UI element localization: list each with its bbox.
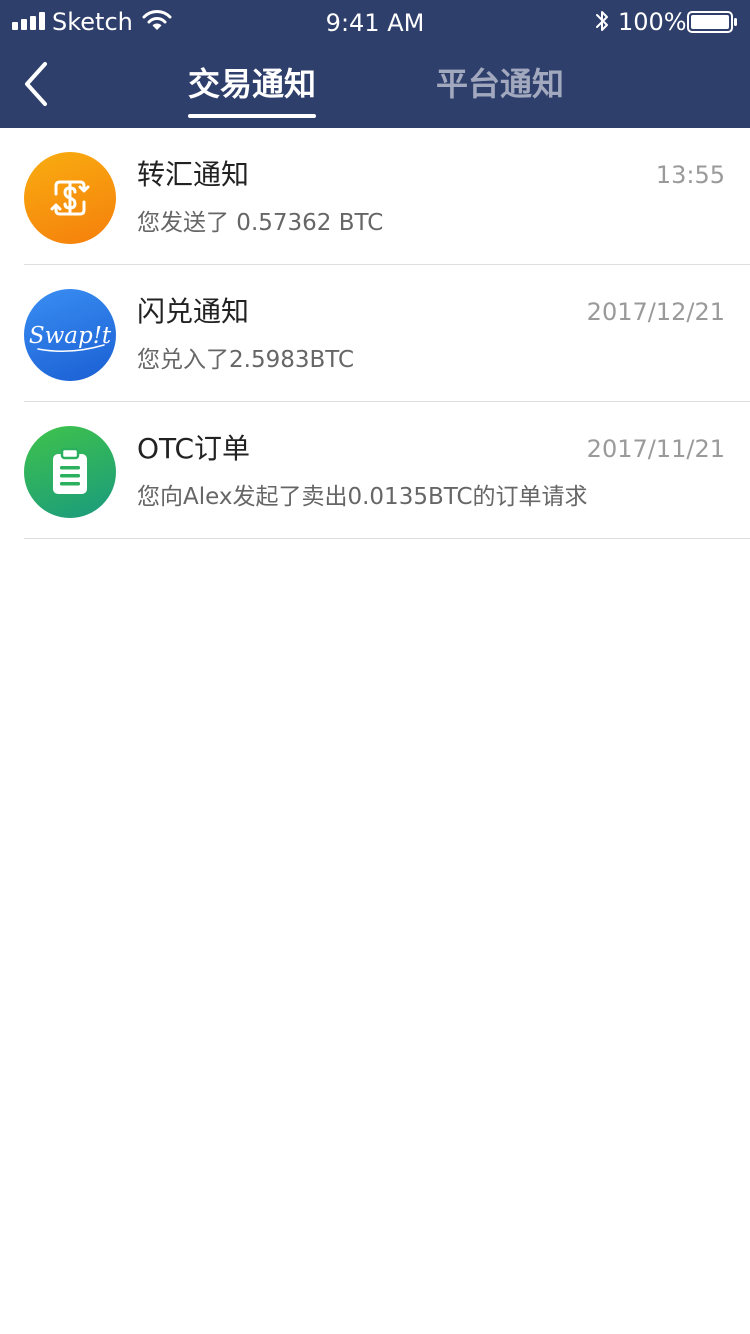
tab-trade-notifications[interactable]: 交易通知 — [188, 64, 316, 104]
notification-description: 您发送了 0.57362 BTC — [137, 210, 384, 236]
notification-description: 您向Alex发起了卖出0.0135BTC的订单请求 — [137, 484, 588, 510]
swapit-logo-text: Swap!t — [29, 323, 112, 349]
status-bar: Sketch 9:41 AM 100% — [0, 0, 750, 44]
notification-title: 闪兑通知 — [137, 295, 250, 328]
battery-icon — [687, 11, 737, 33]
clipboard-icon — [24, 426, 116, 518]
dollar-exchange-icon — [24, 152, 116, 244]
notification-title: OTC订单 — [137, 432, 251, 465]
notification-description: 您兑入了2.5983BTC — [137, 347, 355, 373]
back-button[interactable] — [18, 58, 58, 110]
bluetooth-icon — [596, 11, 608, 31]
active-tab-indicator — [188, 114, 316, 118]
notification-date: 2017/12/21 — [586, 298, 725, 326]
notification-date: 13:55 — [655, 161, 725, 189]
notification-item-transfer[interactable]: 转汇通知 13:55 您发送了 0.57362 BTC — [0, 128, 750, 265]
divider — [24, 538, 750, 539]
notification-title: 转汇通知 — [137, 158, 250, 191]
notification-item-swap[interactable]: Swap!t 闪兑通知 2017/12/21 您兑入了2.5983BTC — [0, 265, 750, 402]
notification-item-otc[interactable]: OTC订单 2017/11/21 您向Alex发起了卖出0.0135BTC的订单… — [0, 402, 750, 539]
notification-date: 2017/11/21 — [586, 435, 725, 463]
header: Sketch 9:41 AM 100% 交易通知 平台通知 — [0, 0, 750, 128]
notification-list: 转汇通知 13:55 您发送了 0.57362 BTC Swap!t 闪兑通知 … — [0, 128, 750, 539]
battery-percentage: 100% — [618, 8, 687, 36]
tab-platform-notifications[interactable]: 平台通知 — [436, 64, 564, 104]
swapit-logo-icon: Swap!t — [24, 289, 116, 381]
